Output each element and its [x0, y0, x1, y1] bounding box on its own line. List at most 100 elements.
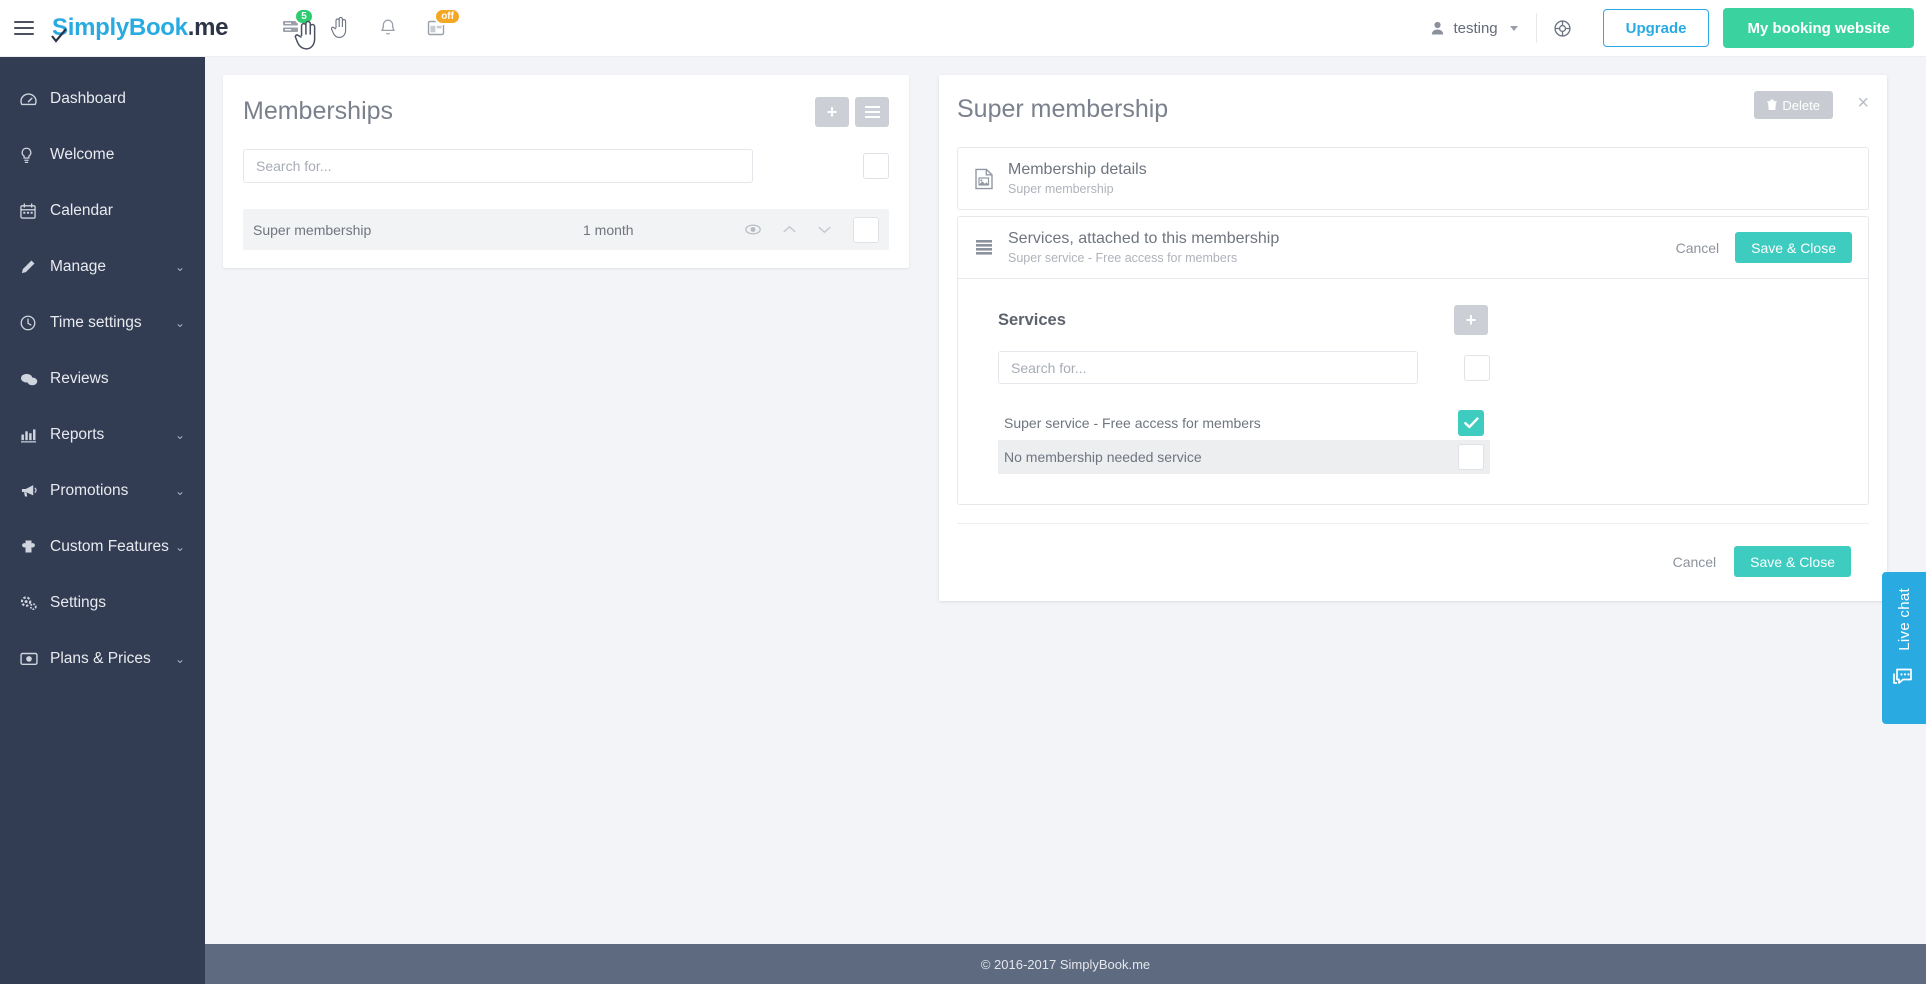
chevron-down-icon: ⌄ [174, 540, 185, 554]
memberships-toolbar: + [815, 97, 889, 127]
membership-duration: 1 month [583, 221, 634, 238]
section-subtitle: Super service - Free access for members [1008, 251, 1238, 265]
puzzle-icon [20, 539, 50, 555]
add-membership-button[interactable]: + [815, 97, 849, 127]
sidebar-item-label: Promotions [50, 482, 129, 499]
sidebar-item-plans-prices[interactable]: Plans & Prices ⌄ [0, 631, 205, 687]
notification-badge: 5 [294, 8, 314, 25]
page-footer: © 2016-2017 SimplyBook.me [205, 944, 1926, 984]
close-icon[interactable]: × [1857, 93, 1869, 113]
section-header[interactable]: Membership details Super membership [958, 148, 1868, 209]
user-menu[interactable]: testing [1413, 9, 1535, 47]
sidebar-item-promotions[interactable]: Promotions ⌄ [0, 463, 205, 519]
row-checkbox[interactable] [853, 216, 879, 243]
copyright-text: © 2016-2017 SimplyBook.me [980, 956, 1151, 972]
bell-icon [381, 19, 396, 35]
sidebar-item-calendar[interactable]: Calendar [0, 183, 205, 239]
sidebar-item-label: Reports [50, 426, 105, 443]
section-header[interactable]: Services, attached to this membership Su… [958, 217, 1868, 278]
section-cancel-button[interactable]: Cancel [1676, 240, 1720, 256]
sidebar-item-reports[interactable]: Reports ⌄ [0, 407, 205, 463]
hamburger-line [14, 33, 34, 35]
services-select-all-checkbox[interactable] [1464, 354, 1490, 381]
memberships-select-all-checkbox[interactable] [863, 153, 889, 179]
table-row[interactable]: Super membership 1 month [243, 209, 889, 250]
dashboard-icon [20, 92, 50, 107]
chevron-down-icon [1509, 25, 1518, 31]
chat-bubbles-icon [1891, 665, 1917, 694]
hand-pointer-icon [331, 16, 347, 38]
memberships-search-input[interactable] [243, 149, 753, 183]
section-title: Membership details [1008, 161, 1147, 178]
service-name: Super service - Free access for members [1004, 415, 1261, 431]
trash-icon [1767, 99, 1778, 110]
sidebar-item-label: Manage [50, 258, 107, 275]
memberships-search-row [243, 149, 889, 183]
list-item[interactable]: Super service - Free access for members [998, 406, 1490, 440]
detail-footer: Cancel Save & Close [957, 523, 1869, 583]
list-item[interactable]: No membership needed service [998, 440, 1490, 474]
section-actions: Cancel Save & Close [1676, 232, 1852, 263]
server-list-icon-button[interactable]: 5 [270, 6, 314, 50]
sidebar-item-dashboard[interactable]: Dashboard [0, 71, 205, 127]
sidebar-item-label: Welcome [50, 146, 115, 163]
cancel-button[interactable]: Cancel [1673, 554, 1717, 570]
clock-icon [20, 315, 50, 331]
sidebar-item-label: Plans & Prices [50, 650, 151, 667]
services-search-input[interactable] [998, 351, 1418, 384]
check-mark-icon [51, 28, 67, 43]
service-name: No membership needed service [1004, 449, 1202, 465]
live-chat-label: Live chat [1895, 588, 1913, 651]
detail-title: Super membership [957, 95, 1169, 123]
sidebar-item-custom-features[interactable]: Custom Features ⌄ [0, 519, 205, 575]
save-close-button[interactable]: Save & Close [1734, 546, 1851, 577]
services-search-row [998, 351, 1490, 384]
my-booking-website-button[interactable]: My booking website [1723, 8, 1914, 48]
menu-toggle-button[interactable] [0, 21, 48, 35]
plus-icon: + [826, 102, 838, 122]
hamburger-line [14, 21, 34, 23]
megaphone-icon [20, 483, 50, 499]
section-text: Membership details Super membership [1008, 161, 1147, 196]
chevron-down-icon: ⌄ [174, 484, 185, 498]
hamburger-line [14, 27, 34, 29]
service-checkbox[interactable] [1458, 410, 1484, 436]
list-view-button[interactable] [855, 97, 889, 127]
bar-chart-icon [20, 427, 50, 443]
chevron-down-icon: ⌄ [174, 260, 185, 274]
service-checkbox[interactable] [1458, 444, 1484, 470]
brand-s: S [51, 14, 68, 43]
bell-icon-button[interactable] [366, 6, 410, 50]
add-service-button[interactable]: + [1454, 305, 1488, 335]
calendar-widget-icon-button[interactable]: off [414, 6, 461, 50]
detail-header: Super membership Delete × [957, 91, 1869, 141]
help-button[interactable] [1537, 9, 1589, 47]
delete-button[interactable]: Delete [1754, 91, 1833, 119]
user-icon [1432, 21, 1444, 35]
gears-icon [20, 595, 50, 611]
delete-label: Delete [1782, 97, 1820, 113]
lifebuoy-icon [1554, 19, 1571, 37]
list-icon [974, 238, 1008, 258]
live-chat-widget[interactable]: Live chat [1882, 572, 1926, 724]
page-title: Memberships [243, 97, 394, 125]
brand-book: Book [128, 14, 188, 41]
sidebar-item-welcome[interactable]: Welcome [0, 127, 205, 183]
chevron-down-icon[interactable] [818, 225, 831, 234]
main-content: Memberships + Super membership 1 month [205, 57, 1926, 944]
upgrade-button[interactable]: Upgrade [1602, 9, 1710, 47]
services-heading: Services [998, 310, 1066, 329]
brand-logo[interactable]: S imply Book .me [51, 14, 228, 43]
sidebar-item-manage[interactable]: Manage ⌄ [0, 239, 205, 295]
chevron-up-icon[interactable] [783, 225, 796, 234]
eye-icon[interactable] [745, 224, 761, 235]
section-save-close-button[interactable]: Save & Close [1735, 232, 1852, 263]
comments-icon [20, 372, 50, 387]
services-editor: Services + Super service - Free access f… [958, 278, 1868, 504]
sidebar-item-time-settings[interactable]: Time settings ⌄ [0, 295, 205, 351]
sidebar-item-settings[interactable]: Settings [0, 575, 205, 631]
section-membership-details[interactable]: Membership details Super membership [957, 147, 1869, 210]
sidebar-item-label: Settings [50, 594, 107, 611]
hand-pointer-icon-button[interactable] [318, 6, 362, 50]
sidebar-item-reviews[interactable]: Reviews [0, 351, 205, 407]
